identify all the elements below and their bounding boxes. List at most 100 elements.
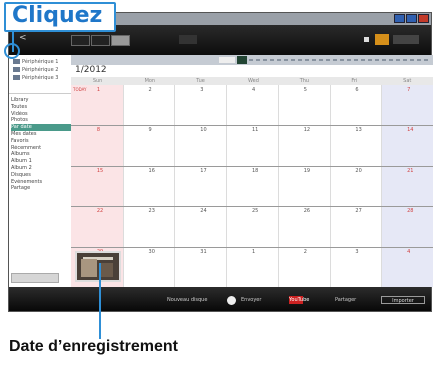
- day-cell[interactable]: 26: [278, 206, 330, 246]
- tree-item[interactable]: Événements: [11, 179, 71, 186]
- day-number: 14: [407, 127, 414, 134]
- day-number: 1: [96, 87, 101, 93]
- day-cell[interactable]: 2: [123, 85, 175, 125]
- settings-icon[interactable]: [364, 37, 369, 42]
- day-cell[interactable]: 6: [330, 85, 382, 125]
- menu-button[interactable]: [393, 35, 419, 44]
- youtube-button[interactable]: YouTube: [289, 296, 309, 304]
- day-number: 12: [303, 127, 311, 134]
- day-cell[interactable]: 31: [174, 247, 226, 287]
- day-cell[interactable]: 19: [278, 166, 330, 206]
- day-number: 10: [200, 127, 207, 134]
- recording-date-caption: Date d’enregistrement: [9, 338, 178, 355]
- day-cell[interactable]: 4: [226, 85, 278, 125]
- day-cell[interactable]: 21: [381, 166, 433, 206]
- tree-item[interactable]: Favoris: [11, 138, 71, 145]
- view-grid-button[interactable]: [91, 35, 110, 46]
- upload-button[interactable]: Envoyer: [241, 296, 261, 304]
- device-item[interactable]: Périphérique 2: [13, 67, 58, 73]
- tree-item[interactable]: Partage: [11, 185, 71, 192]
- highlight-circle: [4, 43, 20, 59]
- view-list-button[interactable]: [71, 35, 90, 46]
- day-number: 13: [355, 127, 362, 134]
- sidebar-scrollbar[interactable]: [11, 273, 59, 283]
- day-number: 27: [355, 208, 362, 215]
- day-cell[interactable]: 17: [174, 166, 226, 206]
- day-cell[interactable]: 11: [226, 125, 278, 165]
- import-button[interactable]: Importer: [381, 296, 425, 304]
- tree-item[interactable]: Mes dates: [11, 131, 71, 138]
- today-marker: TODAY: [73, 87, 87, 92]
- maximize-button[interactable]: [406, 14, 417, 23]
- day-cell[interactable]: 2: [278, 247, 330, 287]
- weekday-label: Fri: [351, 78, 358, 84]
- day-cell[interactable]: 15: [71, 166, 123, 206]
- folder-icon[interactable]: [375, 34, 389, 45]
- timeline-handle[interactable]: [237, 56, 247, 64]
- day-cell[interactable]: 16: [123, 166, 175, 206]
- back-button[interactable]: <: [19, 33, 27, 43]
- day-cell[interactable]: 14: [381, 125, 433, 165]
- day-cell[interactable]: 13: [330, 125, 382, 165]
- day-number: 23: [148, 208, 155, 215]
- day-cell[interactable]: 12: [278, 125, 330, 165]
- day-cell[interactable]: 5: [278, 85, 330, 125]
- day-cell[interactable]: 25: [226, 206, 278, 246]
- timeline-strip[interactable]: [71, 55, 433, 65]
- click-callout: Cliquez: [4, 2, 116, 32]
- day-number: 24: [200, 208, 207, 215]
- tree-item[interactable]: Disques: [11, 172, 71, 179]
- weekday-label: Tue: [196, 78, 205, 84]
- day-cell[interactable]: 4: [381, 247, 433, 287]
- tree-item[interactable]: Photos: [11, 117, 71, 124]
- day-number: 9: [148, 127, 152, 134]
- close-button[interactable]: [418, 14, 429, 23]
- day-number: 15: [96, 167, 104, 174]
- day-number: 2: [303, 248, 307, 255]
- day-number: 1: [251, 248, 256, 255]
- day-cell[interactable]: 27: [330, 206, 382, 246]
- day-number: 16: [148, 167, 155, 174]
- tree-item[interactable]: Par date: [11, 124, 71, 131]
- share-button[interactable]: Partager: [335, 296, 356, 304]
- day-cell[interactable]: 7: [381, 85, 433, 125]
- disc-icon[interactable]: [227, 296, 236, 305]
- day-cell[interactable]: 24: [174, 206, 226, 246]
- day-number: 31: [200, 248, 207, 255]
- camera-icon: [13, 67, 20, 72]
- day-cell[interactable]: 3: [174, 85, 226, 125]
- day-cell[interactable]: 3: [330, 247, 382, 287]
- device-item[interactable]: Périphérique 3: [13, 75, 58, 81]
- tree-item[interactable]: Library: [11, 97, 71, 104]
- tree-item[interactable]: Albums: [11, 151, 71, 158]
- device-item[interactable]: Périphérique 1: [13, 59, 58, 65]
- day-cell[interactable]: 22: [71, 206, 123, 246]
- day-cell[interactable]: 18: [226, 166, 278, 206]
- day-number: 26: [303, 208, 311, 215]
- view-calendar-button[interactable]: [111, 35, 130, 46]
- day-cell[interactable]: 23: [123, 206, 175, 246]
- tree-item[interactable]: Album 2: [11, 165, 71, 172]
- day-number: 3: [355, 248, 359, 255]
- day-cell[interactable]: 28: [381, 206, 433, 246]
- tree-item[interactable]: Récemment: [11, 145, 71, 152]
- search-icon[interactable]: [179, 35, 197, 44]
- calendar-view: 1/2012 Sun Mon Tue Wed Thu Fri Sat 1 2 3 4 5 6 7 8 9 10…: [71, 55, 433, 287]
- minimize-button[interactable]: [394, 14, 405, 23]
- day-cell[interactable]: 20: [330, 166, 382, 206]
- day-cell[interactable]: 8: [71, 125, 123, 165]
- date-pointer-line: [99, 263, 101, 339]
- day-number: 5: [303, 87, 307, 93]
- tree-item[interactable]: Toutes: [11, 104, 71, 111]
- video-thumbnail[interactable]: [75, 250, 121, 282]
- weekday-header: Sun Mon Tue Wed Thu Fri Sat: [71, 77, 433, 85]
- day-number: 25: [251, 208, 259, 215]
- tree-item[interactable]: Album 1: [11, 158, 71, 165]
- day-cell[interactable]: 9: [123, 125, 175, 165]
- day-cell[interactable]: 30: [123, 247, 175, 287]
- tree-item[interactable]: Vidéos: [11, 111, 71, 118]
- new-disc-button[interactable]: Nouveau disque: [167, 296, 207, 304]
- day-cell[interactable]: 10: [174, 125, 226, 165]
- day-number: 4: [251, 87, 256, 93]
- day-cell[interactable]: 1: [226, 247, 278, 287]
